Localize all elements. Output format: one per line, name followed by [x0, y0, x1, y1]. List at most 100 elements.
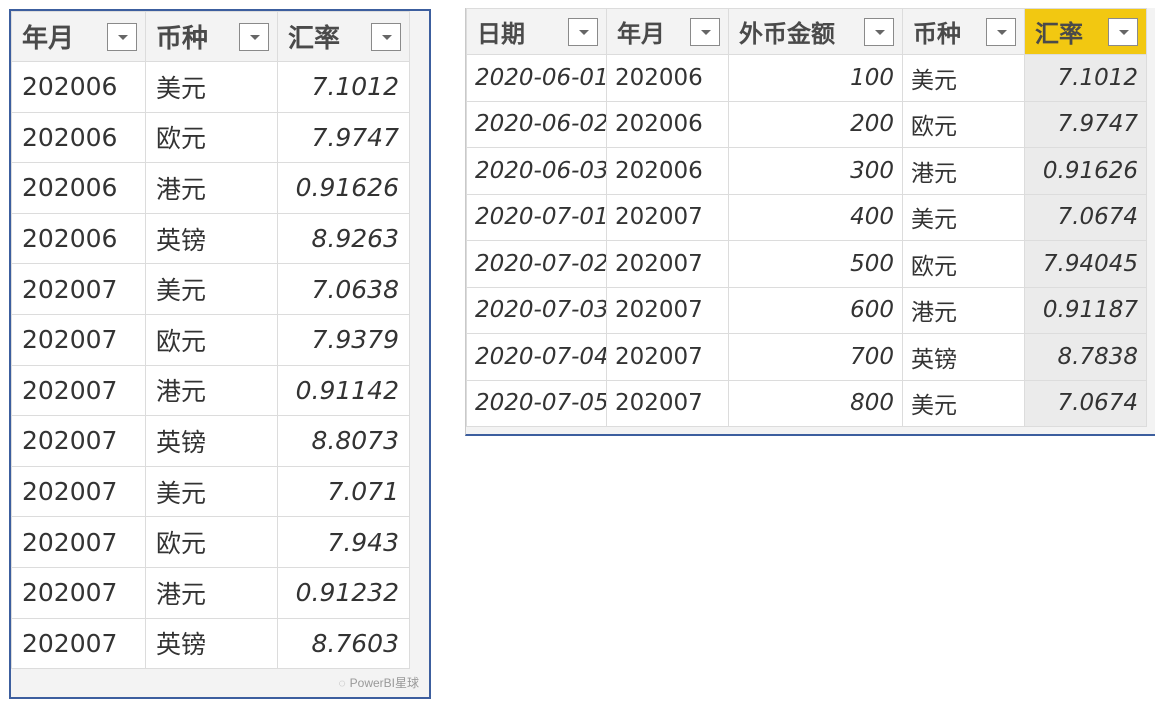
cell-rate: 0.91187 — [1024, 286, 1147, 334]
filter-dropdown-button[interactable] — [371, 22, 401, 51]
right-data-table-panel: 日期 年月 外币金额 币种 汇率 2020-06-01 202006 100 美… — [465, 8, 1155, 436]
table-row[interactable]: 202006 英镑 8.9263 — [11, 212, 410, 265]
column-header-rate-selected[interactable]: 汇率 — [1024, 8, 1147, 55]
cell-currency: 港元 — [902, 147, 1025, 195]
cell-rate: 8.9263 — [277, 212, 410, 265]
cell-currency: 英镑 — [902, 333, 1025, 381]
cell-yearmonth: 202007 — [11, 364, 146, 417]
cell-currency: 英镑 — [145, 212, 278, 265]
table-row[interactable]: 202006 美元 7.1012 — [11, 61, 410, 113]
table-header-row: 年月 币种 汇率 — [11, 11, 410, 62]
table-row[interactable]: 202007 美元 7.0638 — [11, 263, 410, 315]
table-row[interactable]: 202006 欧元 7.9747 — [11, 111, 410, 164]
cell-currency: 欧元 — [145, 516, 278, 568]
filter-dropdown-button[interactable] — [690, 17, 720, 46]
cell-yearmonth: 202007 — [11, 566, 146, 619]
table-row[interactable]: 202007 港元 0.91142 — [11, 364, 410, 417]
table-row[interactable]: 2020-07-05 202007 800 美元 7.0674 — [466, 379, 1147, 427]
column-header-date[interactable]: 日期 — [466, 8, 607, 55]
column-header-currency[interactable]: 币种 — [145, 11, 278, 62]
filter-dropdown-button[interactable] — [568, 17, 598, 46]
table-row[interactable]: 2020-07-03 202007 600 港元 0.91187 — [466, 286, 1147, 334]
cell-date: 2020-07-05 — [466, 379, 607, 427]
cell-amount: 600 — [728, 286, 903, 334]
cell-amount: 300 — [728, 147, 903, 195]
cell-currency: 美元 — [145, 263, 278, 315]
cell-yearmonth: 202006 — [11, 212, 146, 265]
column-header-amount[interactable]: 外币金额 — [728, 8, 903, 55]
cell-yearmonth: 202006 — [11, 162, 146, 214]
cell-amount: 100 — [728, 54, 903, 102]
table-row[interactable]: 2020-07-01 202007 400 美元 7.0674 — [466, 193, 1147, 241]
table-row[interactable]: 202007 欧元 7.943 — [11, 516, 410, 568]
cell-yearmonth: 202007 — [606, 379, 729, 427]
cell-yearmonth: 202007 — [11, 465, 146, 518]
table-row[interactable]: 2020-07-02 202007 500 欧元 7.94045 — [466, 240, 1147, 288]
cell-rate: 7.9379 — [277, 313, 410, 366]
column-header-yearmonth[interactable]: 年月 — [606, 8, 729, 55]
cell-currency: 美元 — [902, 379, 1025, 427]
table-row[interactable]: 2020-06-02 202006 200 欧元 7.9747 — [466, 100, 1147, 148]
column-header-label: 年月 — [22, 24, 75, 54]
cell-date: 2020-07-04 — [466, 333, 607, 381]
cell-yearmonth: 202006 — [11, 61, 146, 113]
left-data-table: 年月 币种 汇率 202006 美元 7.1012 202006 欧元 7.97… — [11, 11, 410, 670]
cell-yearmonth: 202006 — [606, 54, 729, 102]
cell-date: 2020-06-01 — [466, 54, 607, 102]
column-header-rate[interactable]: 汇率 — [277, 11, 410, 62]
filter-dropdown-button[interactable] — [864, 17, 894, 46]
column-header-label: 日期 — [477, 20, 525, 48]
cell-amount: 700 — [728, 333, 903, 381]
table-row[interactable]: 2020-06-01 202006 100 美元 7.1012 — [466, 54, 1147, 102]
cell-yearmonth: 202006 — [606, 147, 729, 195]
cell-rate: 7.943 — [277, 516, 410, 568]
table-row[interactable]: 202007 欧元 7.9379 — [11, 313, 410, 366]
wechat-icon: ◌ — [338, 676, 346, 690]
cell-currency: 港元 — [145, 566, 278, 619]
left-data-table-panel: 年月 币种 汇率 202006 美元 7.1012 202006 欧元 7.97… — [9, 9, 431, 699]
filter-dropdown-button[interactable] — [107, 22, 137, 51]
table-row[interactable]: 202007 英镑 8.8073 — [11, 415, 410, 467]
cell-amount: 200 — [728, 100, 903, 148]
filter-dropdown-button[interactable] — [239, 22, 269, 51]
cell-amount: 500 — [728, 240, 903, 288]
cell-rate: 8.8073 — [277, 415, 410, 467]
cell-date: 2020-07-01 — [466, 193, 607, 241]
column-header-currency[interactable]: 币种 — [902, 8, 1025, 55]
cell-currency: 欧元 — [145, 313, 278, 366]
table-row[interactable]: 202007 美元 7.071 — [11, 465, 410, 518]
cell-amount: 800 — [728, 379, 903, 427]
cell-currency: 美元 — [145, 465, 278, 518]
filter-dropdown-button[interactable] — [986, 17, 1016, 46]
column-header-label: 汇率 — [288, 24, 341, 54]
table-row[interactable]: 202007 港元 0.91232 — [11, 566, 410, 619]
column-header-yearmonth[interactable]: 年月 — [11, 11, 146, 62]
right-data-table: 日期 年月 外币金额 币种 汇率 2020-06-01 202006 100 美… — [466, 8, 1147, 427]
cell-currency: 欧元 — [145, 111, 278, 164]
cell-rate: 7.1012 — [277, 61, 410, 113]
cell-rate: 0.91142 — [277, 364, 410, 417]
cell-currency: 美元 — [902, 193, 1025, 241]
column-header-label: 年月 — [617, 20, 665, 48]
watermark: ◌ PowerBI星球 — [339, 674, 420, 691]
table-header-row: 日期 年月 外币金额 币种 汇率 — [466, 8, 1147, 55]
watermark-text: PowerBI星球 — [349, 676, 419, 690]
cell-rate: 0.91232 — [277, 566, 410, 619]
cell-yearmonth: 202007 — [11, 516, 146, 568]
cell-date: 2020-06-03 — [466, 147, 607, 195]
cell-currency: 美元 — [902, 54, 1025, 102]
cell-rate: 7.9747 — [1024, 100, 1147, 148]
table-row[interactable]: 2020-06-03 202006 300 港元 0.91626 — [466, 147, 1147, 195]
filter-dropdown-button[interactable] — [1108, 17, 1138, 46]
column-header-label: 币种 — [913, 20, 961, 48]
table-row[interactable]: 202007 英镑 8.7603 — [11, 617, 410, 670]
cell-rate: 7.94045 — [1024, 240, 1147, 288]
table-row[interactable]: 202006 港元 0.91626 — [11, 162, 410, 214]
cell-currency: 欧元 — [902, 240, 1025, 288]
cell-currency: 英镑 — [145, 617, 278, 670]
cell-yearmonth: 202007 — [606, 240, 729, 288]
cell-rate: 7.071 — [277, 465, 410, 518]
table-row[interactable]: 2020-07-04 202007 700 英镑 8.7838 — [466, 333, 1147, 381]
cell-rate: 7.0638 — [277, 263, 410, 315]
cell-rate: 0.91626 — [277, 162, 410, 214]
